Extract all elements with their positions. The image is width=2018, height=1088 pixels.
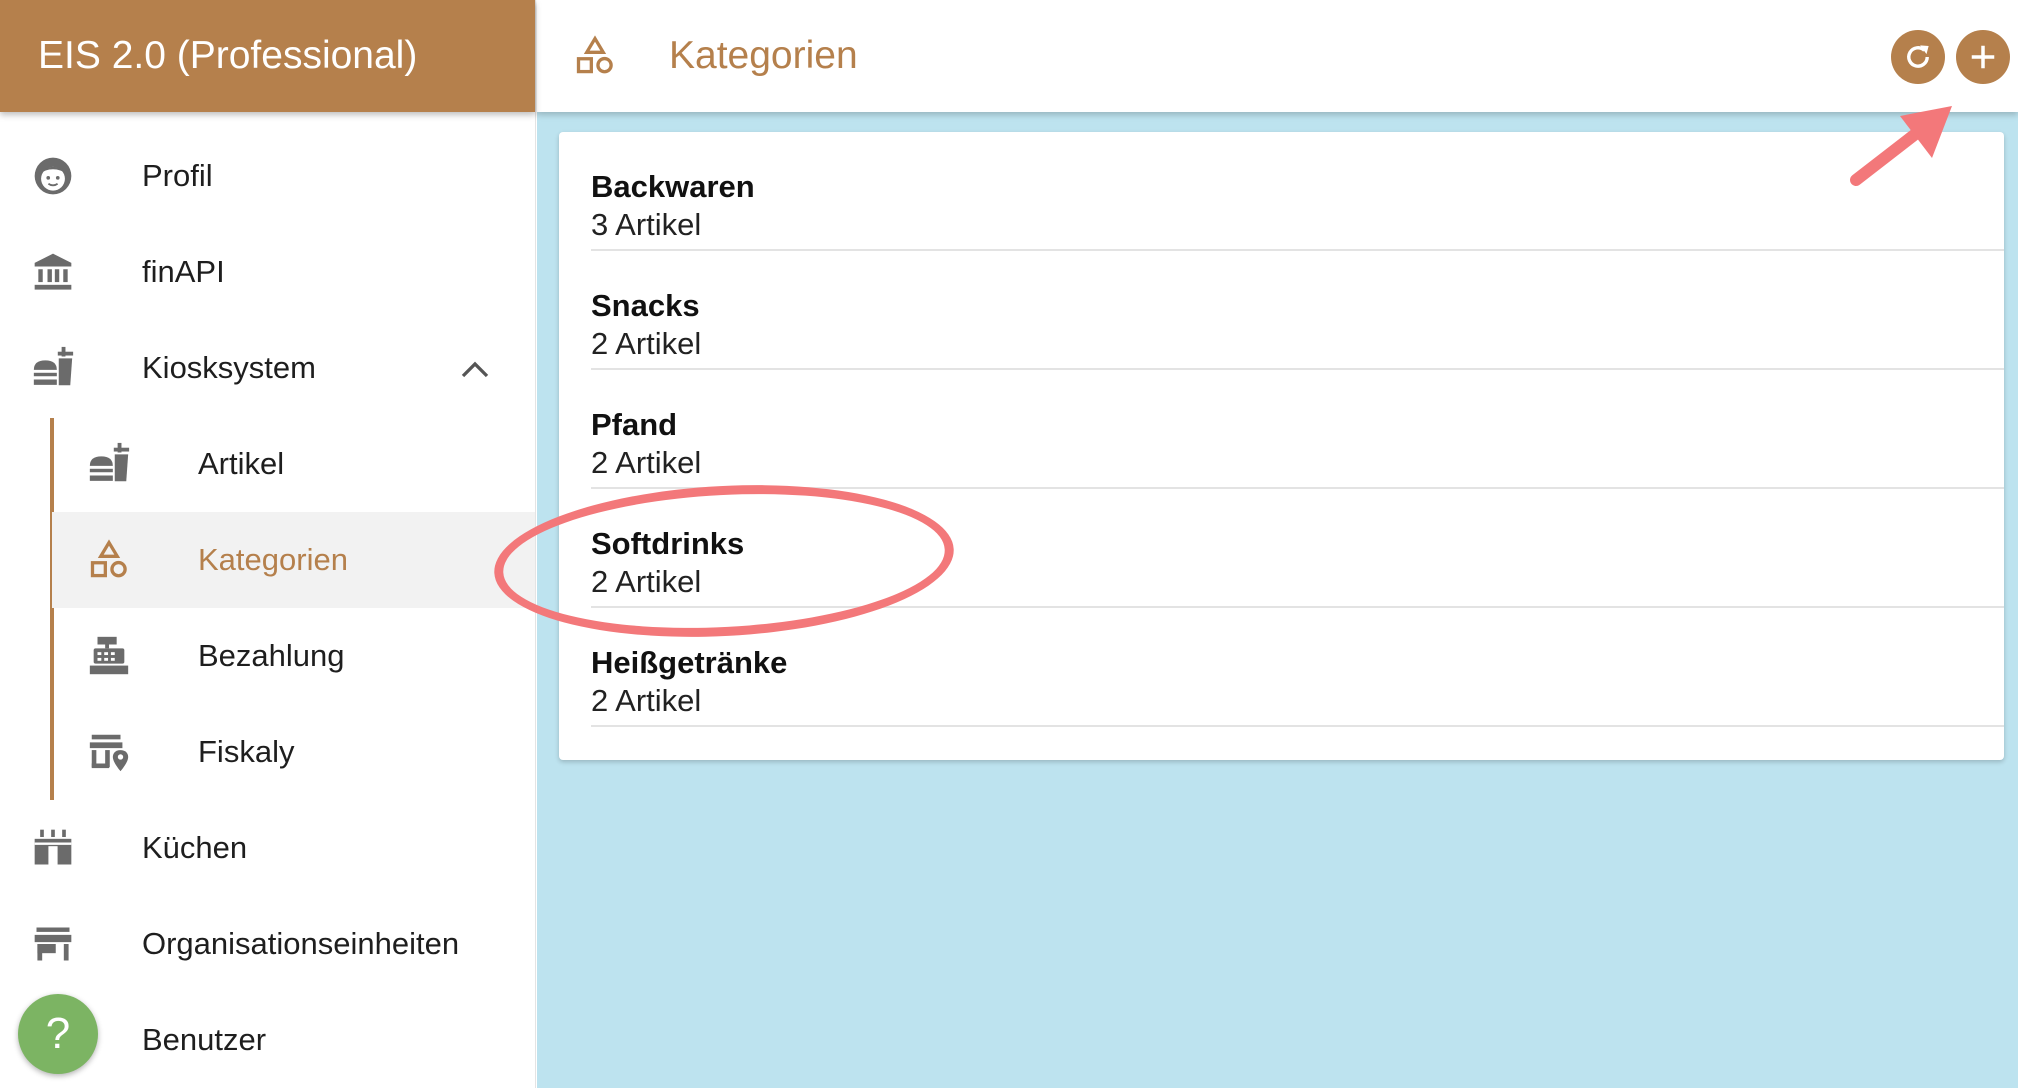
sidebar-item-finapi[interactable]: finAPI: [0, 224, 535, 320]
list-item[interactable]: Pfand 2 Artikel: [591, 370, 2004, 489]
category-count: 2 Artikel: [591, 326, 702, 361]
sidebar-item-kategorien[interactable]: Kategorien: [52, 512, 535, 608]
face-icon: [30, 153, 76, 199]
category-name: Softdrinks: [591, 526, 745, 561]
list-item[interactable]: Snacks 2 Artikel: [591, 251, 2004, 370]
sidebar-item-kiosksystem[interactable]: Kiosksystem: [0, 320, 535, 416]
sidebar-item-organisationseinheiten[interactable]: Organisationseinheiten: [0, 896, 535, 992]
sidebar-item-profil[interactable]: Profil: [0, 128, 535, 224]
sidebar-item-label: Küchen: [142, 830, 248, 865]
top-bar: Kategorien: [537, 0, 2018, 112]
sidebar-item-label: finAPI: [142, 254, 225, 289]
category-name: Heißgetränke: [591, 645, 788, 680]
refresh-icon: [1907, 45, 1929, 68]
sidebar-item-bezahlung[interactable]: Bezahlung: [0, 608, 535, 704]
shapes-icon: [573, 34, 617, 78]
kiosk-icon: [86, 441, 132, 487]
app-title: EIS 2.0 (Professional): [0, 0, 535, 112]
sidebar-item-label: Bezahlung: [198, 638, 345, 673]
category-name: Backwaren: [591, 169, 755, 204]
sidebar-item-artikel[interactable]: Artikel: [0, 416, 535, 512]
list-item[interactable]: Softdrinks 2 Artikel: [591, 489, 2004, 608]
add-category-button[interactable]: [1956, 30, 2010, 84]
store-location-icon: [86, 729, 132, 775]
sidebar-item-label: Organisationseinheiten: [142, 926, 460, 961]
sidebar-item-fiskaly[interactable]: Fiskaly: [0, 704, 535, 800]
category-name: Snacks: [591, 288, 700, 323]
category-list: Backwaren 3 Artikel Snacks 2 Artikel Pfa…: [559, 132, 2004, 760]
refresh-button[interactable]: [1891, 30, 1945, 84]
cash-register-icon: [86, 633, 132, 679]
category-count: 3 Artikel: [591, 207, 702, 242]
sidebar-item-label: Kategorien: [198, 542, 348, 577]
sidebar-nav: Profil finAPI Kiosksystem Artikel Katego…: [0, 112, 535, 1088]
help-button[interactable]: ?: [18, 994, 98, 1074]
list-item[interactable]: Heißgetränke 2 Artikel: [591, 608, 2004, 727]
sidebar-item-label: Benutzer: [142, 1022, 267, 1057]
store-icon: [30, 921, 76, 967]
sidebar: EIS 2.0 (Professional) Profil finAPI Kio…: [0, 0, 536, 1088]
sidebar-item-label: Profil: [142, 158, 213, 193]
sidebar-item-kuechen[interactable]: Küchen: [0, 800, 535, 896]
chevron-up-icon[interactable]: [457, 352, 493, 388]
kitchen-icon: [30, 825, 76, 871]
list-item[interactable]: Backwaren 3 Artikel: [591, 132, 2004, 251]
sidebar-item-label: Fiskaly: [198, 734, 295, 769]
plus-icon: [1971, 45, 1995, 69]
category-count: 2 Artikel: [591, 564, 702, 599]
category-count: 2 Artikel: [591, 445, 702, 480]
sidebar-item-label: Kiosksystem: [142, 350, 316, 385]
category-count: 2 Artikel: [591, 683, 702, 718]
shapes-icon: [86, 537, 132, 583]
sidebar-item-label: Artikel: [198, 446, 285, 481]
main-content: Backwaren 3 Artikel Snacks 2 Artikel Pfa…: [537, 112, 2018, 1088]
bank-icon: [30, 249, 76, 295]
kiosk-icon: [30, 345, 76, 391]
page-title: Kategorien: [669, 34, 858, 77]
category-name: Pfand: [591, 407, 678, 442]
